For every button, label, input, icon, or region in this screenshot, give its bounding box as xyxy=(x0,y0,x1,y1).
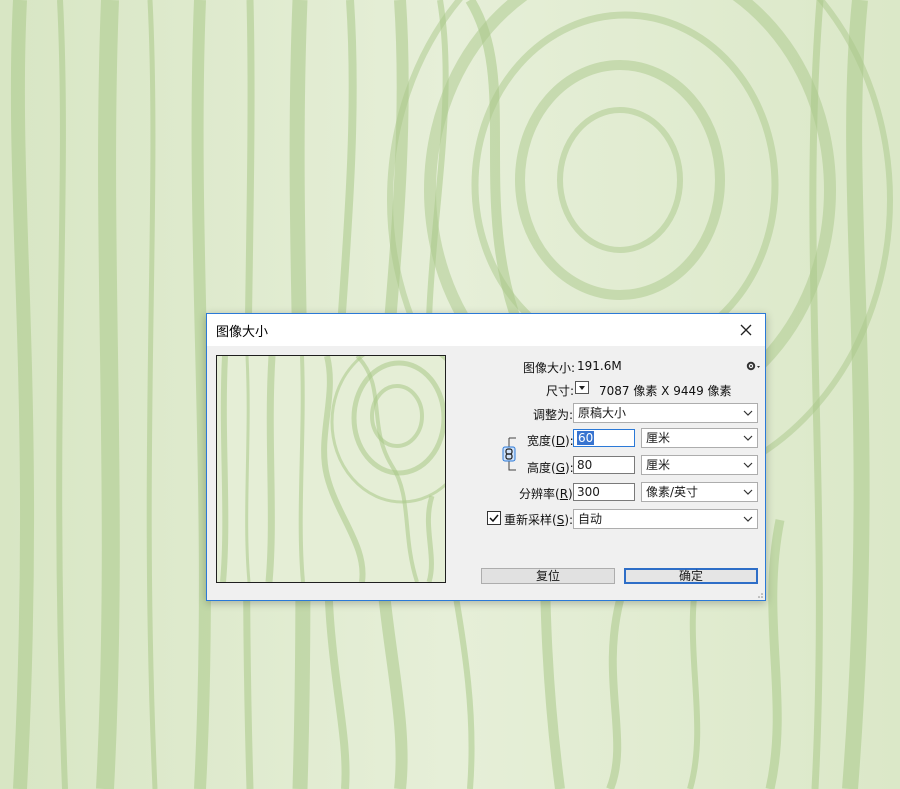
image-size-label: 图像大小: xyxy=(523,361,576,375)
resample-checkbox[interactable] xyxy=(487,511,501,525)
dimensions-unit-dropdown-icon[interactable] xyxy=(575,381,589,394)
image-preview[interactable] xyxy=(216,355,446,583)
gear-icon[interactable] xyxy=(745,360,761,372)
checkmark-icon xyxy=(489,514,499,523)
height-label: 高度(G): xyxy=(527,461,574,475)
resolution-unit-select[interactable]: 像素/英寸 xyxy=(641,482,758,502)
resample-label: 重新采样(S): xyxy=(504,513,574,527)
dimensions-value: 7087 像素 X 9449 像素 xyxy=(599,384,732,398)
preview-image xyxy=(217,356,445,582)
chevron-down-icon xyxy=(743,489,753,495)
constrain-link-icon[interactable] xyxy=(502,434,516,474)
fit-to-label: 调整为: xyxy=(533,408,574,422)
width-value: 60 xyxy=(577,431,595,445)
resolution-input[interactable]: 300 xyxy=(573,483,635,501)
height-unit-select[interactable]: 厘米 xyxy=(641,455,758,475)
chevron-down-icon xyxy=(743,462,753,468)
width-input[interactable]: 60 xyxy=(573,429,635,447)
width-unit-value: 厘米 xyxy=(646,431,671,445)
fit-to-select[interactable]: 原稿大小 xyxy=(573,403,758,423)
resolution-value: 300 xyxy=(577,485,600,499)
ok-button[interactable]: 确定 xyxy=(624,568,758,584)
chevron-down-icon xyxy=(743,410,753,416)
height-input[interactable]: 80 xyxy=(573,456,635,474)
chevron-down-icon xyxy=(743,516,753,522)
resample-method-select[interactable]: 自动 xyxy=(573,509,758,529)
reset-button[interactable]: 复位 xyxy=(481,568,615,584)
resolution-label: 分辨率(R): xyxy=(519,487,577,501)
width-unit-select[interactable]: 厘米 xyxy=(641,428,758,448)
dialog-title: 图像大小 xyxy=(216,325,269,340)
resample-method-value: 自动 xyxy=(578,512,603,526)
chevron-down-icon xyxy=(743,435,753,441)
image-size-value: 191.6M xyxy=(577,359,622,373)
height-value: 80 xyxy=(577,458,593,472)
dialog-titlebar: 图像大小 xyxy=(207,314,765,346)
height-unit-value: 厘米 xyxy=(646,458,671,472)
dimensions-label: 尺寸: xyxy=(546,384,575,398)
close-icon[interactable] xyxy=(731,316,761,344)
width-label: 宽度(D): xyxy=(527,434,574,448)
resolution-unit-value: 像素/英寸 xyxy=(646,485,699,499)
resize-grip-icon[interactable] xyxy=(756,591,764,599)
fit-to-value: 原稿大小 xyxy=(578,406,627,420)
image-size-dialog: 图像大小 图像大小: 191.6M 尺寸: 7087 像素 X 9449 像素 … xyxy=(206,313,766,601)
